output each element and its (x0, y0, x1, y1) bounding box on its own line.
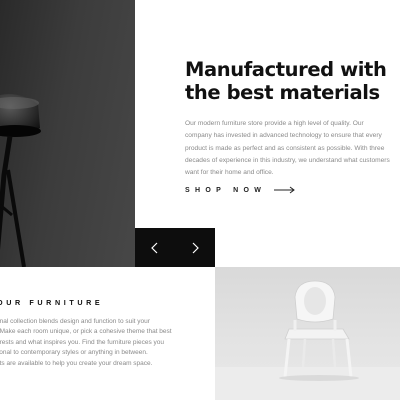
hero-lamp-image (0, 0, 135, 267)
hero-title-line-1: Manufactured with (185, 58, 387, 81)
hero-title-line-2: the best materials (185, 81, 380, 104)
arrow-right-icon (274, 181, 296, 199)
chair-image (215, 267, 400, 400)
slider-next-button[interactable] (175, 228, 215, 267)
slider-prev-button[interactable] (135, 228, 175, 267)
slider-controls (135, 228, 215, 267)
hero-text-block: Manufactured with the best materials Our… (185, 58, 390, 179)
furniture-section-text: OUR FURNITURE onal collection blends des… (0, 298, 215, 369)
lamp-illustration (0, 94, 41, 267)
hero-description: Our modern furniture store provide a hig… (185, 120, 390, 177)
shop-now-link[interactable]: SHOP NOW (185, 181, 296, 199)
furniture-section-heading: OUR FURNITURE (0, 298, 104, 307)
shop-now-label: SHOP NOW (185, 186, 267, 194)
chevron-right-icon (192, 242, 199, 253)
chair-illustration (215, 280, 400, 400)
hero-title: Manufactured with the best materials (185, 58, 390, 104)
chevron-left-icon (151, 242, 158, 253)
furniture-section-description: onal collection blends design and functi… (0, 318, 172, 367)
